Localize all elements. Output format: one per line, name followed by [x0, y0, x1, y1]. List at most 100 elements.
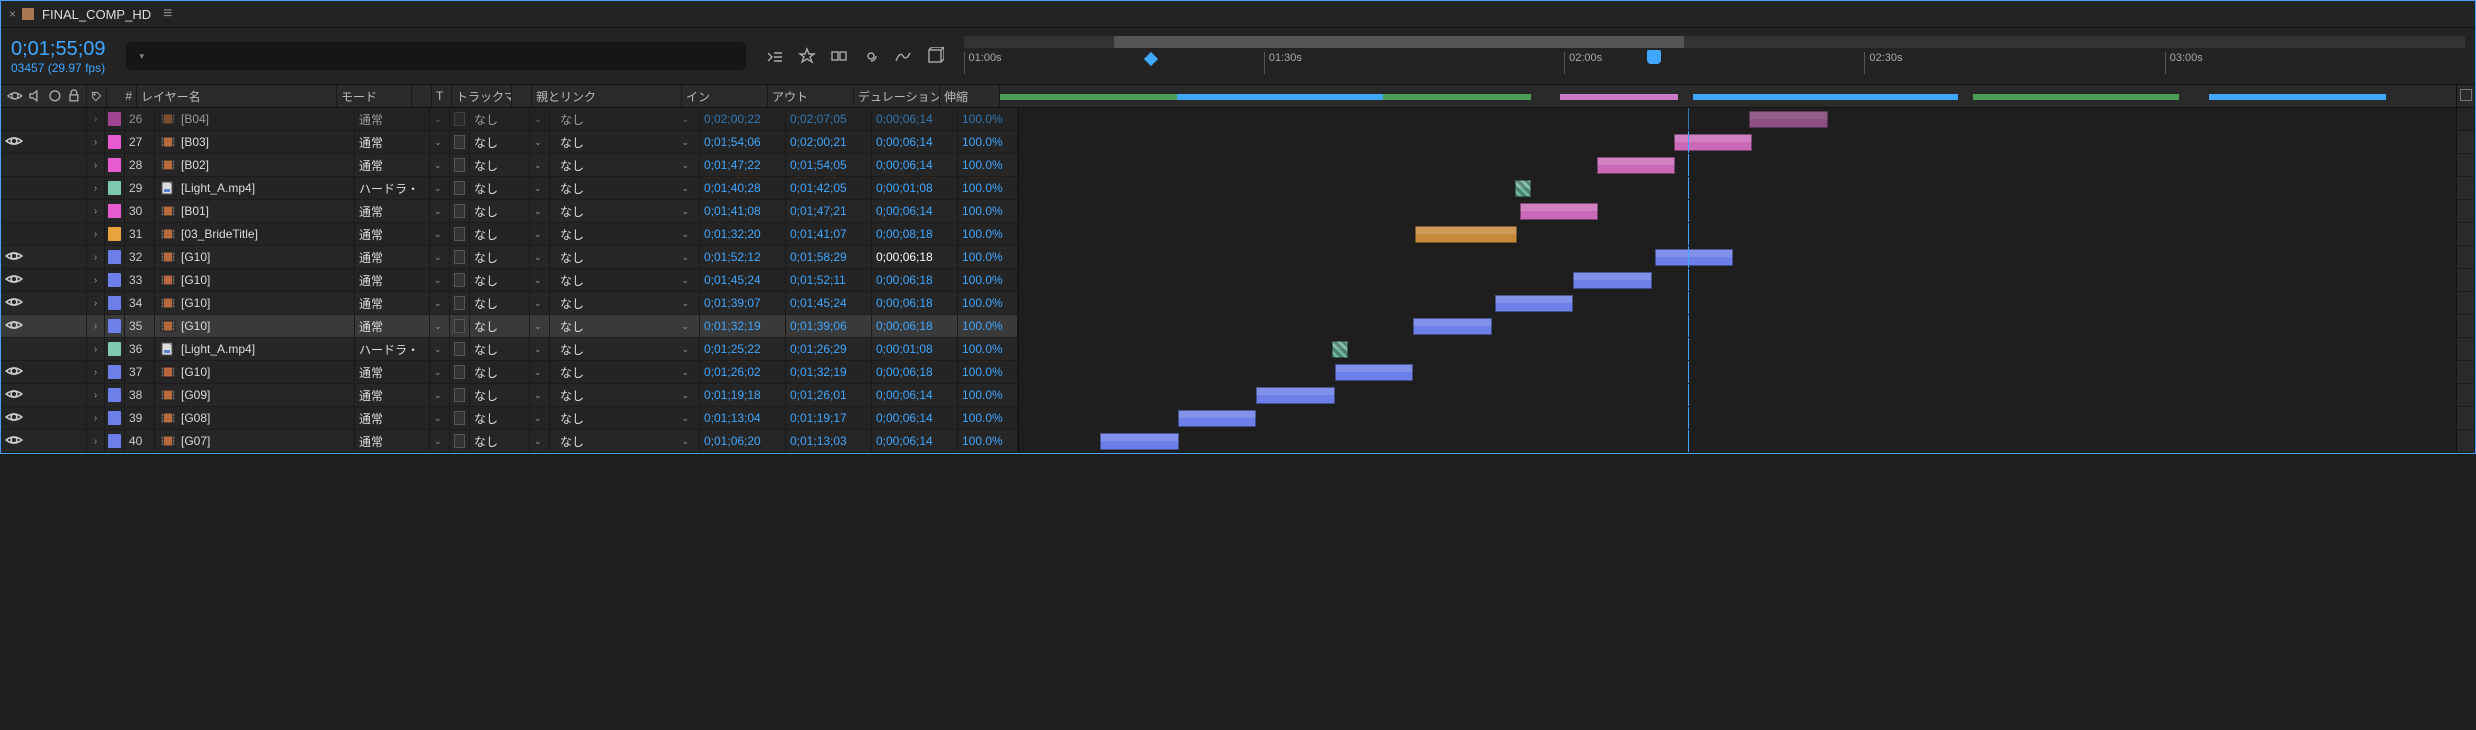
layer-timeline[interactable] [1018, 338, 2475, 360]
label-color[interactable] [108, 388, 121, 402]
chevron-down-icon[interactable]: ⌄ [530, 108, 550, 130]
time-ruler[interactable]: 01:00s01:30s02:00s02:30s03:00s [964, 34, 2465, 78]
stretch[interactable]: 100.0% [958, 108, 1018, 130]
chevron-down-icon[interactable]: ⌄ [430, 384, 450, 406]
in-point[interactable]: 0;01;32;19 [700, 315, 786, 337]
twirl-icon[interactable]: › [91, 321, 100, 332]
parent-value[interactable]: なし [560, 410, 584, 427]
layer-bar[interactable] [1515, 180, 1531, 197]
parent-value[interactable]: なし [560, 111, 584, 128]
col-layername[interactable]: レイヤー名 [137, 85, 337, 107]
layer-bar[interactable] [1495, 295, 1574, 312]
layer-name[interactable]: [B04] [181, 112, 350, 126]
out-point[interactable]: 0;01;52;11 [786, 269, 872, 291]
layer-timeline[interactable] [1018, 131, 2475, 153]
stretch[interactable]: 100.0% [958, 223, 1018, 245]
layer-timeline[interactable] [1018, 246, 2475, 268]
label-color[interactable] [108, 365, 121, 379]
duration[interactable]: 0;00;06;14 [872, 384, 958, 406]
chevron-down-icon[interactable]: ⌄ [430, 292, 450, 314]
blend-mode[interactable]: 通常 [355, 246, 430, 268]
layer-timeline[interactable] [1018, 200, 2475, 222]
parent-value[interactable]: なし [560, 226, 584, 243]
blend-mode[interactable]: 通常 [355, 154, 430, 176]
parent-value[interactable]: なし [560, 180, 584, 197]
twirl-icon[interactable]: › [91, 413, 100, 424]
layer-timeline[interactable] [1018, 108, 2475, 130]
visibility-toggle[interactable] [5, 362, 23, 383]
twirl-icon[interactable]: › [91, 137, 100, 148]
chevron-down-icon[interactable]: ⌄ [681, 229, 689, 240]
layer-row[interactable]: ›39[G08]通常⌄なし⌄なし⌄0;01;13;040;01;19;170;0… [1, 407, 2475, 430]
preserve-transparency-toggle[interactable] [454, 112, 465, 126]
in-point[interactable]: 0;01;32;20 [700, 223, 786, 245]
duration[interactable]: 0;00;06;14 [872, 200, 958, 222]
duration[interactable]: 0;00;06;14 [872, 407, 958, 429]
stretch[interactable]: 100.0% [958, 315, 1018, 337]
duration[interactable]: 0;00;06;14 [872, 108, 958, 130]
twirl-icon[interactable]: › [91, 114, 100, 125]
layer-name[interactable]: [G08] [181, 411, 350, 425]
blend-mode[interactable]: 通常 [355, 407, 430, 429]
layer-row[interactable]: ›32[G10]通常⌄なし⌄なし⌄0;01;52;120;01;58;290;0… [1, 246, 2475, 269]
motion-blur-icon[interactable] [862, 47, 880, 65]
track-matte[interactable]: なし [470, 384, 530, 406]
stretch[interactable]: 100.0% [958, 430, 1018, 452]
chevron-down-icon[interactable]: ⌄ [530, 154, 550, 176]
out-point[interactable]: 0;01;39;06 [786, 315, 872, 337]
chevron-down-icon[interactable]: ⌄ [530, 223, 550, 245]
preserve-transparency-toggle[interactable] [454, 319, 465, 333]
twirl-icon[interactable]: › [91, 206, 100, 217]
label-color[interactable] [108, 434, 121, 448]
preserve-transparency-toggle[interactable] [454, 365, 465, 379]
duration[interactable]: 0;00;06;18 [872, 361, 958, 383]
chevron-down-icon[interactable]: ⌄ [530, 430, 550, 452]
current-time[interactable]: 0;01;55;09 [11, 38, 106, 61]
layer-bar[interactable] [1520, 203, 1599, 220]
in-point[interactable]: 0;01;25;22 [700, 338, 786, 360]
label-color[interactable] [108, 319, 121, 333]
duration[interactable]: 0;00;01;08 [872, 338, 958, 360]
blend-mode[interactable]: 通常 [355, 108, 430, 130]
layer-bar[interactable] [1597, 157, 1676, 174]
col-parent[interactable]: 親とリンク [532, 85, 682, 107]
blend-mode[interactable]: 通常 [355, 200, 430, 222]
layer-timeline[interactable] [1018, 315, 2475, 337]
chevron-down-icon[interactable]: ⌄ [430, 223, 450, 245]
stretch[interactable]: 100.0% [958, 154, 1018, 176]
label-color[interactable] [108, 342, 121, 356]
twirl-icon[interactable]: › [91, 275, 100, 286]
parent-value[interactable]: なし [560, 295, 584, 312]
chevron-down-icon[interactable]: ⌄ [530, 384, 550, 406]
twirl-icon[interactable]: › [91, 229, 100, 240]
chevron-down-icon[interactable]: ⌄ [681, 298, 689, 309]
out-point[interactable]: 0;01;42;05 [786, 177, 872, 199]
chevron-down-icon[interactable]: ⌄ [430, 315, 450, 337]
chevron-down-icon[interactable]: ⌄ [530, 269, 550, 291]
chevron-down-icon[interactable]: ⌄ [430, 177, 450, 199]
in-point[interactable]: 0;01;26;02 [700, 361, 786, 383]
layer-row[interactable]: ›36[Light_A.mp4]ハードラ・⌄なし⌄なし⌄0;01;25;220;… [1, 338, 2475, 361]
out-point[interactable]: 0;01;26;01 [786, 384, 872, 406]
chevron-down-icon[interactable]: ⌄ [530, 246, 550, 268]
layer-name[interactable]: [G10] [181, 250, 350, 264]
layer-row[interactable]: ›37[G10]通常⌄なし⌄なし⌄0;01;26;020;01;32;190;0… [1, 361, 2475, 384]
preserve-transparency-toggle[interactable] [454, 158, 465, 172]
chevron-down-icon[interactable]: ⌄ [681, 344, 689, 355]
blend-mode[interactable]: ハードラ・ [355, 338, 430, 360]
track-matte[interactable]: なし [470, 361, 530, 383]
twirl-icon[interactable]: › [91, 183, 100, 194]
layer-bar[interactable] [1413, 318, 1492, 335]
layer-timeline[interactable] [1018, 177, 2475, 199]
track-matte[interactable]: なし [470, 430, 530, 452]
label-color[interactable] [108, 112, 121, 126]
out-point[interactable]: 0;01;47;21 [786, 200, 872, 222]
chevron-down-icon[interactable]: ⌄ [681, 252, 689, 263]
chevron-down-icon[interactable]: ⌄ [430, 131, 450, 153]
parent-value[interactable]: なし [560, 433, 584, 450]
chevron-down-icon[interactable]: ⌄ [530, 131, 550, 153]
track-matte[interactable]: なし [470, 223, 530, 245]
stretch[interactable]: 100.0% [958, 246, 1018, 268]
layer-bar[interactable] [1655, 249, 1734, 266]
chevron-down-icon[interactable]: ⌄ [681, 390, 689, 401]
